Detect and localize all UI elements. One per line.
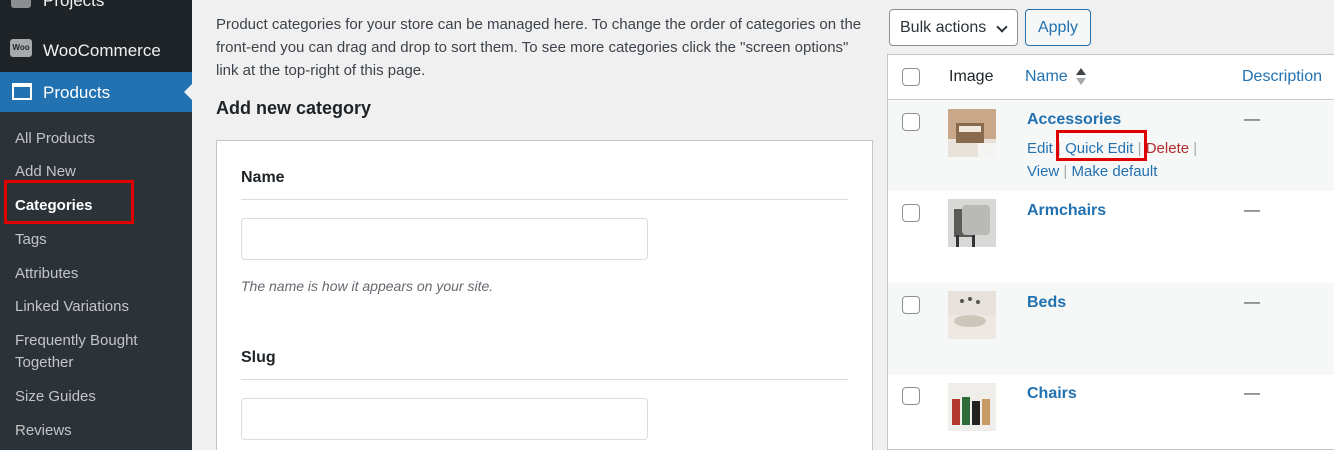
edit-link[interactable]: Edit	[1027, 140, 1053, 157]
add-category-heading: Add new category	[216, 98, 372, 118]
category-thumbnail	[948, 291, 996, 339]
submenu-frequently-bought-together[interactable]: Frequently Bought Together	[15, 330, 165, 374]
slug-input[interactable]	[241, 398, 648, 440]
archive-icon	[12, 83, 32, 100]
separator: |	[1193, 140, 1198, 157]
submenu-linked-variations[interactable]: Linked Variations	[15, 296, 129, 318]
page-description: Product categories for your store can be…	[216, 16, 862, 79]
projects-icon	[11, 0, 31, 8]
name-help-text: The name is how it appears on your site.	[241, 278, 494, 294]
separator: |	[1063, 163, 1068, 180]
submenu-reviews[interactable]: Reviews	[15, 420, 72, 442]
sidebar-item-label: Projects	[43, 0, 105, 10]
row-checkbox[interactable]	[902, 296, 920, 314]
chevron-down-icon	[996, 21, 1008, 33]
highlight-box-categories	[4, 180, 134, 224]
add-category-form: Name The name is how it appears on your …	[216, 140, 873, 450]
table-row: Beds —	[888, 283, 1334, 375]
category-thumbnail	[948, 199, 996, 247]
description-cell: —	[1244, 294, 1260, 311]
category-thumbnail	[948, 383, 996, 431]
divider	[241, 379, 848, 380]
row-checkbox[interactable]	[902, 113, 920, 131]
current-menu-pointer	[184, 84, 192, 100]
admin-sidebar: Projects Woo WooCommerce Products All Pr…	[0, 0, 192, 450]
submenu-all-products[interactable]: All Products	[15, 128, 95, 150]
submenu-tags[interactable]: Tags	[15, 229, 47, 251]
column-name-sort[interactable]: Name	[1025, 68, 1068, 86]
name-label: Name	[241, 169, 285, 186]
column-description-sort[interactable]: Description	[1242, 68, 1322, 86]
bulk-actions-label: Bulk actions	[900, 19, 987, 36]
row-checkbox[interactable]	[902, 387, 920, 405]
submenu-size-guides[interactable]: Size Guides	[15, 386, 96, 408]
category-link[interactable]: Beds	[1027, 294, 1066, 312]
name-input[interactable]	[241, 218, 648, 260]
categories-table: Image Name Description Accessories — Edi…	[887, 54, 1334, 450]
table-row: Chairs —	[888, 375, 1334, 450]
sort-icon[interactable]	[1076, 68, 1086, 86]
table-row: Armchairs —	[888, 191, 1334, 283]
row-checkbox[interactable]	[902, 204, 920, 222]
divider	[241, 199, 848, 200]
woo-logo-icon: Woo	[10, 39, 32, 57]
description-cell: —	[1244, 111, 1260, 128]
sidebar-item-projects[interactable]: Projects	[0, 0, 192, 20]
sidebar-item-woocommerce[interactable]: Woo WooCommerce	[0, 34, 192, 68]
category-link[interactable]: Armchairs	[1027, 202, 1106, 220]
slug-label: Slug	[241, 349, 276, 366]
sidebar-item-label: WooCommerce	[43, 41, 161, 60]
description-cell: —	[1244, 385, 1260, 402]
table-header: Image Name Description	[888, 55, 1334, 100]
highlight-box-quick-edit	[1056, 130, 1147, 161]
delete-link[interactable]: Delete	[1146, 140, 1189, 157]
bulk-actions-select[interactable]: Bulk actions	[889, 9, 1018, 46]
products-submenu: All Products Add New Categories Tags Att…	[0, 112, 192, 450]
column-image: Image	[949, 68, 994, 85]
apply-button[interactable]: Apply	[1025, 9, 1091, 46]
category-link[interactable]: Accessories	[1027, 111, 1121, 129]
description-cell: —	[1244, 202, 1260, 219]
select-all-checkbox[interactable]	[902, 68, 920, 86]
sidebar-item-products[interactable]: Products	[0, 72, 192, 112]
category-thumbnail	[948, 109, 996, 157]
category-link[interactable]: Chairs	[1027, 385, 1077, 403]
sidebar-item-label: Products	[43, 83, 111, 102]
submenu-attributes[interactable]: Attributes	[15, 263, 78, 285]
make-default-link[interactable]: Make default	[1072, 163, 1158, 180]
view-link[interactable]: View	[1027, 163, 1059, 180]
